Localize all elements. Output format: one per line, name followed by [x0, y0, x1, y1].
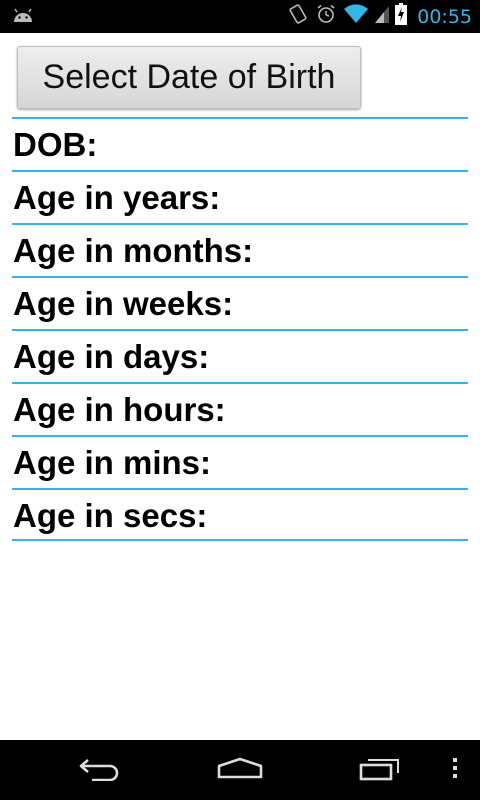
age-months-label: Age in months: [13, 232, 254, 269]
status-bar: 00:55 [0, 0, 480, 33]
dob-label: DOB: [13, 126, 98, 163]
menu-button[interactable] [440, 740, 470, 800]
alarm-icon [315, 3, 337, 30]
age-mins-label: Age in mins: [13, 444, 212, 481]
dob-row: DOB: [12, 117, 468, 170]
select-date-of-birth-button[interactable]: Select Date of Birth [17, 46, 361, 109]
age-years-label: Age in years: [13, 179, 221, 216]
back-button[interactable] [70, 740, 130, 800]
menu-icon [451, 756, 459, 785]
age-hours-label: Age in hours: [13, 391, 226, 428]
recent-apps-icon [358, 755, 404, 786]
battery-charging-icon [395, 3, 408, 30]
age-weeks-label: Age in weeks: [13, 285, 234, 322]
status-time: 00:55 [417, 5, 472, 28]
age-months-row: Age in months: [12, 223, 468, 276]
back-icon [78, 755, 122, 786]
recent-apps-button[interactable] [350, 740, 412, 800]
age-secs-label: Age in secs: [13, 497, 208, 534]
age-years-row: Age in years: [12, 170, 468, 223]
signal-icon [375, 4, 390, 29]
android-debug-icon [12, 6, 34, 31]
wifi-icon [343, 4, 369, 29]
age-days-label: Age in days: [13, 338, 210, 375]
main-content: Select Date of Birth DOB: Age in years: … [0, 33, 480, 740]
age-results-list: DOB: Age in years: Age in months: Age in… [12, 117, 468, 541]
age-days-row: Age in days: [12, 329, 468, 382]
screen-rotate-icon [287, 3, 309, 30]
age-secs-row: Age in secs: [12, 488, 468, 541]
age-mins-row: Age in mins: [12, 435, 468, 488]
home-icon [216, 756, 264, 785]
navigation-bar [0, 740, 480, 800]
home-button[interactable] [208, 740, 272, 800]
age-weeks-row: Age in weeks: [12, 276, 468, 329]
age-hours-row: Age in hours: [12, 382, 468, 435]
